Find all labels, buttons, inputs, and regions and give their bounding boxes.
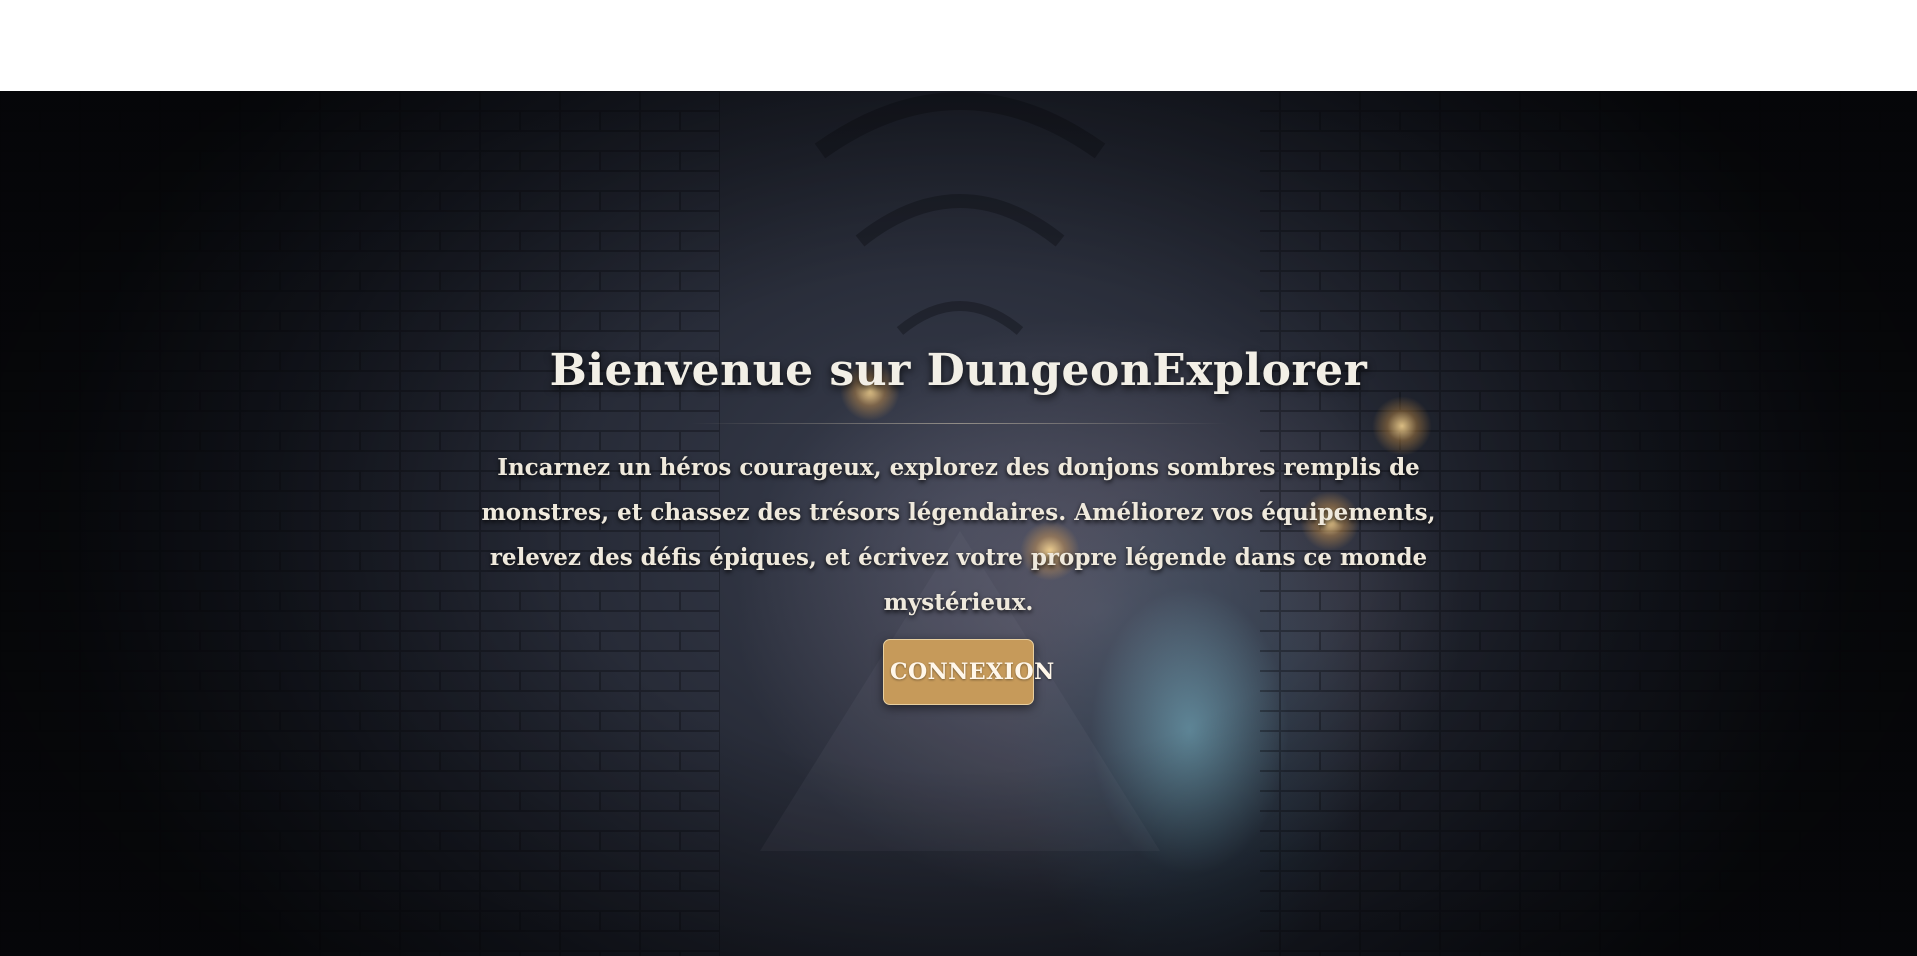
login-button[interactable]: CONNEXION — [883, 639, 1054, 705]
title-divider — [690, 423, 1227, 424]
hero-section: Bienvenue sur DungeonExplorer Incarnez u… — [0, 91, 1917, 956]
top-header-bar — [0, 0, 1917, 91]
hero-description: Incarnez un héros courageux, explorez de… — [481, 454, 1436, 616]
page-title: Bienvenue sur DungeonExplorer — [549, 345, 1368, 396]
